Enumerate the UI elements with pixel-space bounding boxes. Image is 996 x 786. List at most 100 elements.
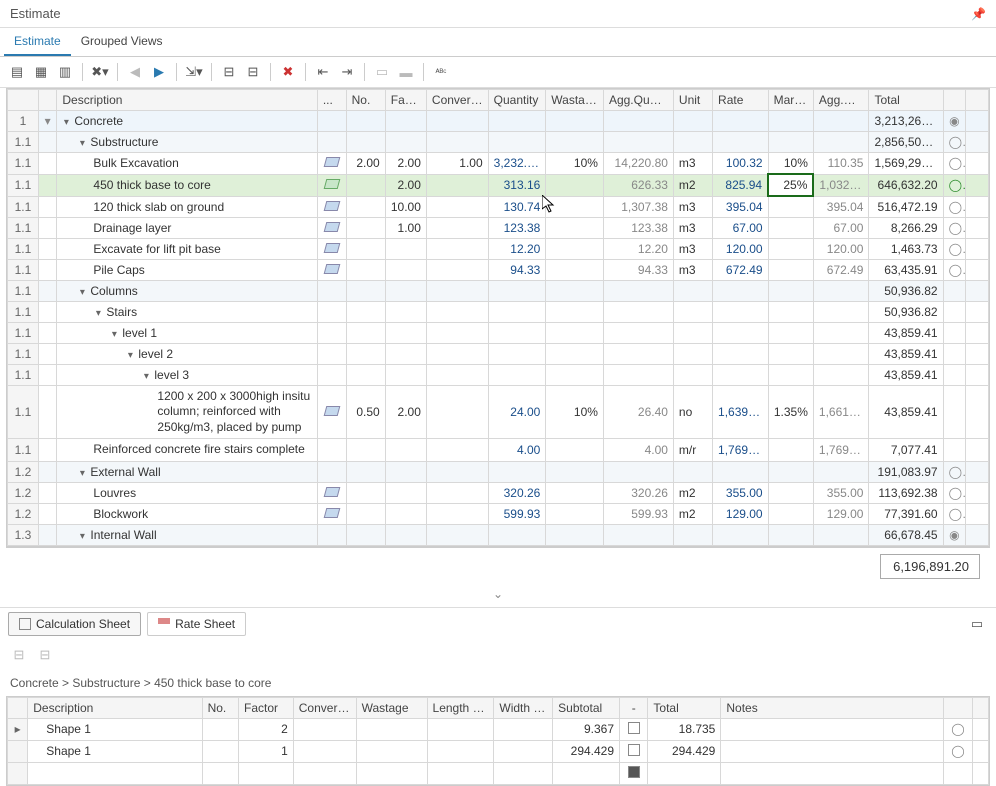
view-tree-icon[interactable]: ▥ [54,61,76,83]
bcell-description[interactable]: Shape 1 [28,718,202,740]
cell-no[interactable] [346,111,385,132]
calc-row[interactable]: Shape 11294.429294.429◯ [8,740,989,762]
cell-factor[interactable] [385,364,426,385]
visibility-icon[interactable] [943,385,966,439]
bcol-notes[interactable]: Notes [721,697,944,718]
cell-factor[interactable] [385,461,426,482]
visibility-icon[interactable]: ◯ [944,740,972,762]
cell-conversion[interactable] [426,238,488,259]
table-row[interactable]: 1.1▾level 243,859.41 [8,343,989,364]
group-toggle[interactable]: ▾ [38,111,57,132]
visibility-icon[interactable] [944,762,972,784]
cell-conversion[interactable] [426,524,488,545]
table-row[interactable]: 1.2▾External Wall191,083.97◯ [8,461,989,482]
cell-quantity[interactable] [488,322,546,343]
cell-no[interactable] [346,174,385,196]
cell-markup[interactable] [768,301,813,322]
panel-expander-icon[interactable]: ⌄ [0,585,996,603]
visibility-icon[interactable]: ◯ [943,217,966,238]
expand-toggle-icon[interactable]: ▾ [125,350,135,361]
cell-rate[interactable] [713,280,769,301]
cell-description[interactable]: ▾Internal Wall [57,524,317,545]
group-toggle[interactable] [38,238,57,259]
visibility-icon[interactable]: ◯ [943,132,966,153]
row-handle[interactable] [8,740,28,762]
spellcheck-icon[interactable]: ᴬᴮᶜ [430,61,452,83]
cell-unit[interactable]: m2 [673,482,712,503]
cell-rate[interactable]: 100.32 [713,153,769,175]
cell-rate[interactable]: 1,769.35 [713,439,769,462]
cell-description[interactable]: 120 thick slab on ground [57,196,317,217]
bcell-width[interactable] [494,762,553,784]
expand-toggle-icon[interactable]: ▾ [109,329,119,340]
bcell-check[interactable] [620,718,648,740]
table-row[interactable]: 1.1▾Columns50,936.82 [8,280,989,301]
delete-icon[interactable]: ✖ [277,61,299,83]
cell-wastage[interactable] [546,217,604,238]
cell-no[interactable] [346,343,385,364]
group-toggle[interactable] [38,259,57,280]
visibility-icon[interactable]: ◯ [943,238,966,259]
cell-unit[interactable] [673,111,712,132]
visibility-icon[interactable]: ◯ [944,718,972,740]
bcell-wastage[interactable] [356,718,427,740]
table-row[interactable]: 1.1▾Substructure2,856,500.86◯ [8,132,989,153]
cell-wastage[interactable] [546,461,604,482]
cell-no[interactable] [346,461,385,482]
expand-toggle-icon[interactable]: ▾ [141,371,151,382]
cell-factor[interactable] [385,322,426,343]
bcell-no[interactable] [202,762,238,784]
visibility-icon[interactable]: ◯ [943,482,966,503]
bcol-dash[interactable]: - [620,697,648,718]
cell-factor[interactable] [385,503,426,524]
tab-rate-sheet[interactable]: Rate Sheet [147,612,246,636]
tab-calculation-sheet[interactable]: Calculation Sheet [8,612,141,636]
cell-conversion[interactable] [426,301,488,322]
cell-wastage[interactable]: 10% [546,385,604,439]
cell-no[interactable]: 2.00 [346,153,385,175]
bcol-wastage[interactable]: Wastage [356,697,427,718]
cell-wastage[interactable] [546,343,604,364]
group-toggle[interactable] [38,524,57,545]
table-row[interactable]: 1.3▾Internal Wall66,678.45◉ [8,524,989,545]
cell-wastage[interactable] [546,132,604,153]
cell-rate[interactable]: 120.00 [713,238,769,259]
col-total[interactable]: Total [869,90,943,111]
col-description[interactable]: Description [57,90,317,111]
row-handle[interactable] [8,762,28,784]
group-toggle[interactable] [38,439,57,462]
cell-wastage[interactable]: 10% [546,153,604,175]
table-row[interactable]: 1.1▾level 143,859.41 [8,322,989,343]
cell-markup[interactable] [768,132,813,153]
cell-quantity[interactable] [488,132,546,153]
cell-rate[interactable] [713,343,769,364]
bcell-subtotal[interactable] [553,762,620,784]
cell-rate[interactable]: 672.49 [713,259,769,280]
expand-toggle-icon[interactable]: ▾ [77,138,87,149]
table-row[interactable]: 1.1Bulk Excavation2.002.001.003,232.0010… [8,153,989,175]
bcell-width[interactable] [494,718,553,740]
group-toggle[interactable] [38,217,57,238]
bcell-conversion[interactable] [293,740,356,762]
cell-quantity[interactable] [488,111,546,132]
cell-quantity[interactable] [488,280,546,301]
cell-description[interactable]: ▾Substructure [57,132,317,153]
visibility-icon[interactable]: ◯ [943,174,966,196]
cell-markup[interactable] [768,259,813,280]
cell-description[interactable]: ▾Concrete [57,111,317,132]
cell-markup[interactable] [768,503,813,524]
cell-factor[interactable]: 10.00 [385,196,426,217]
cell-rate[interactable] [713,322,769,343]
bcell-subtotal[interactable]: 9.367 [553,718,620,740]
cell-no[interactable] [346,524,385,545]
cell-factor[interactable] [385,280,426,301]
cell-wastage[interactable] [546,364,604,385]
bcell-notes[interactable] [721,718,944,740]
group-toggle[interactable] [38,364,57,385]
cell-unit[interactable]: m3 [673,217,712,238]
bcell-subtotal[interactable]: 294.429 [553,740,620,762]
cell-rate[interactable]: 355.00 [713,482,769,503]
table-row[interactable]: 1.1Reinforced concrete fire stairs compl… [8,439,989,462]
bcol-description[interactable]: Description [28,697,202,718]
cell-conversion[interactable] [426,461,488,482]
